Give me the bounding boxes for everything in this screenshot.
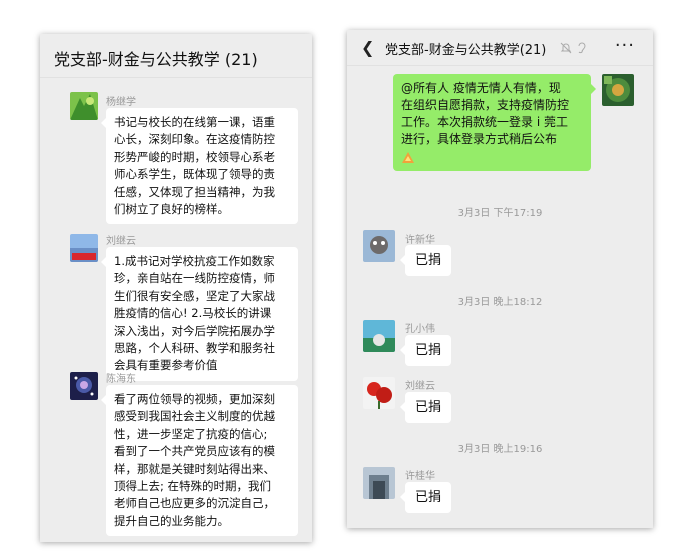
sender-name: 许新华: [405, 235, 435, 246]
avatar[interactable]: [70, 234, 98, 262]
message-line: 样，那就是关键时刻站得出来、: [114, 461, 275, 476]
right-chat-header: ❮ 党支部-财金与公共教学(21) ···: [347, 30, 653, 66]
timestamp: 3月3日 晚上19:16: [457, 444, 543, 455]
message-bubble[interactable]: 书记与校长的在线第一课，语重 心长，深刻印象。在这疫情防控 形势严峻的时期，校领…: [101, 108, 298, 225]
message-line: 深入浅出，对今后学院拓展办学: [114, 323, 275, 338]
message-line: 老师自己也应更多的沉淀自己，: [114, 496, 275, 511]
message-bubble[interactable]: 已捐: [399, 245, 452, 276]
sparkle-icon: [402, 151, 414, 163]
message-line: 任感，又体现了担当精神，为我: [114, 184, 275, 199]
avatar[interactable]: [70, 372, 98, 400]
message-bubble[interactable]: 已捐: [399, 335, 452, 366]
message-line: 1.成书记对学校抗疫工作如数家: [114, 254, 275, 268]
ear-icon: [578, 42, 586, 54]
message-line: 会具有重要参考价值: [114, 358, 218, 373]
message-line: 胜疫情的信心! 2.马校长的讲课: [114, 306, 272, 321]
message-line: @所有人 疫情无情人有情，现: [401, 81, 561, 95]
message-bubble[interactable]: 看了两位领导的视频，更加深刻 感受到我国社会主义制度的优越 性，进一步坚定了抗疫…: [101, 385, 298, 537]
message-line: 感受到我国社会主义制度的优越: [114, 409, 275, 424]
message-line: 师心系学生，既体现了领导的责: [114, 167, 275, 182]
message-bubble[interactable]: 已捐: [399, 392, 452, 423]
sender-name: 陈海东: [106, 374, 136, 385]
mute-icon: [560, 42, 572, 54]
avatar[interactable]: [363, 230, 395, 262]
message-line: 已捐: [415, 400, 442, 415]
message-line: 顶得上去; 在特殊的时期，我们: [114, 479, 272, 494]
message-line: 心长，深刻印象。在这疫情防控: [114, 132, 275, 147]
message-line: 已捐: [415, 490, 442, 505]
sender-name: 孔小伟: [405, 324, 435, 335]
message-line: 工作。本次捐款统一登录 i 莞工: [401, 115, 568, 129]
message-line: 进行，具体登录方式稍后公布: [401, 132, 558, 146]
message-line: 已捐: [415, 343, 442, 358]
sender-name: 杨继学: [106, 97, 136, 108]
avatar[interactable]: [363, 467, 395, 499]
message-line: 看了两位领导的视频，更加深刻: [114, 392, 275, 406]
avatar[interactable]: [363, 320, 395, 352]
right-chat-panel: ❮ 党支部-财金与公共教学(21) ··· @所有人 疫情无情人有情，现 在组织…: [347, 30, 653, 528]
message-line: 书记与校长的在线第一课，语重: [114, 115, 275, 129]
message-line: 性，进一步坚定了抗疫的信心;: [114, 426, 268, 441]
message-emoji: [401, 148, 583, 165]
message-line: 看到了一个共产党员应该有的模: [114, 444, 275, 459]
left-chat-title: 党支部-财金与公共教学 (21): [54, 50, 258, 69]
message-line: 思路，个人科研、教学和服务社: [114, 341, 275, 356]
back-icon[interactable]: ❮: [361, 38, 374, 57]
message-line: 形势严峻的时期，校领导心系老: [114, 149, 275, 164]
message-bubble-outgoing[interactable]: @所有人 疫情无情人有情，现 在组织自愿捐款，支持疫情防控 工作。本次捐款统一登…: [393, 74, 596, 171]
avatar[interactable]: [70, 92, 98, 120]
right-chat-title: 党支部-财金与公共教学(21): [385, 43, 547, 58]
timestamp: 3月3日 下午17:19: [457, 208, 543, 219]
more-icon[interactable]: ···: [615, 35, 635, 56]
message-line: 珍，亲自站在一线防控疫情，师: [114, 271, 275, 286]
timestamp: 3月3日 晚上18:12: [457, 297, 543, 308]
message-line: 在组织自愿捐款，支持疫情防控: [401, 98, 570, 112]
message-bubble[interactable]: 1.成书记对学校抗疫工作如数家 珍，亲自站在一线防控疫情，师 生们很有安全感，坚…: [101, 247, 298, 381]
message-line: 们树立了良好的榜样。: [114, 202, 229, 217]
message-bubble[interactable]: 已捐: [399, 482, 452, 513]
sender-name: 刘继云: [106, 236, 136, 247]
message-line: 提升自己的业务能力。: [114, 513, 229, 528]
avatar[interactable]: [363, 377, 395, 409]
sender-name: 许桂华: [405, 471, 435, 482]
sender-name: 刘继云: [405, 381, 435, 392]
message-line: 已捐: [415, 253, 442, 268]
left-chat-header: 党支部-财金与公共教学 (21): [40, 34, 312, 78]
avatar-self[interactable]: [602, 74, 634, 106]
message-line: 生们很有安全感，坚定了大家战: [114, 288, 275, 303]
left-chat-panel: 党支部-财金与公共教学 (21) 杨继学 书记与校长的在线第一课，语重 心长，深…: [40, 34, 312, 542]
